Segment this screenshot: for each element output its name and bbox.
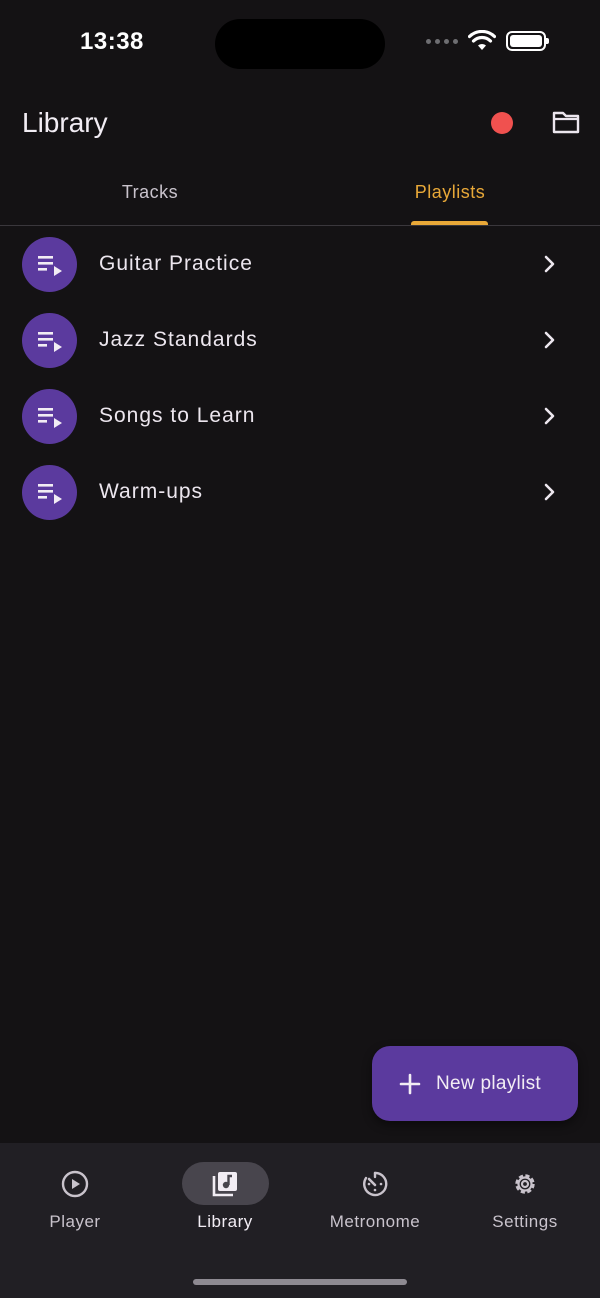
playlist-avatar — [22, 237, 77, 292]
tab-bar: Tracks Playlists — [0, 160, 600, 226]
gear-icon — [515, 1174, 535, 1194]
folder-icon[interactable] — [551, 109, 581, 135]
app-bar: Library — [0, 90, 600, 160]
nav-label-library: Library — [197, 1212, 253, 1231]
cellular-signal-icon — [426, 38, 458, 44]
playlist-name: Guitar Practice — [99, 252, 253, 275]
tab-indicator — [411, 221, 488, 225]
home-indicator[interactable] — [193, 1279, 407, 1285]
list-item[interactable]: Guitar Practice — [0, 226, 600, 302]
playlist-name: Jazz Standards — [99, 328, 258, 351]
chevron-right-icon — [544, 255, 555, 273]
library-music-icon — [212, 1172, 237, 1197]
tab-tracks[interactable]: Tracks — [0, 160, 300, 225]
list-item[interactable]: Jazz Standards — [0, 302, 600, 378]
page-title: Library — [22, 107, 108, 138]
status-bar: 13:38 — [0, 0, 600, 90]
playlist-avatar — [22, 313, 77, 368]
playlist-name: Warm-ups — [99, 480, 204, 503]
plus-icon — [399, 1073, 421, 1094]
playlist-avatar — [22, 389, 77, 444]
playlist-list: Guitar Practice Jazz Standards Songs to … — [0, 226, 600, 530]
playlist-play-icon — [37, 331, 62, 352]
nav-item-metronome[interactable]: Metronome — [300, 1143, 450, 1253]
playlist-play-icon — [37, 255, 62, 276]
nav-item-settings[interactable]: Settings — [450, 1143, 600, 1253]
playlist-play-icon — [37, 407, 62, 428]
record-indicator-icon[interactable] — [491, 112, 513, 134]
bottom-navigation: Player Library Metronome Settings — [0, 1143, 600, 1298]
play-circle-icon — [61, 1170, 89, 1198]
nav-label-metronome: Metronome — [329, 1212, 421, 1231]
status-time: 13:38 — [80, 28, 144, 55]
tab-playlists[interactable]: Playlists — [300, 160, 600, 225]
new-playlist-label: New playlist — [436, 1072, 541, 1094]
list-item[interactable]: Songs to Learn — [0, 378, 600, 454]
dynamic-island — [215, 19, 385, 69]
nav-label-player: Player — [49, 1212, 101, 1231]
chevron-right-icon — [544, 331, 555, 349]
status-icons — [426, 30, 549, 52]
chevron-right-icon — [544, 483, 555, 501]
new-playlist-button[interactable]: New playlist — [372, 1046, 578, 1121]
battery-icon — [506, 31, 549, 51]
wifi-icon — [468, 30, 496, 50]
chevron-right-icon — [544, 407, 555, 425]
nav-label-settings: Settings — [492, 1212, 558, 1231]
playlist-avatar — [22, 465, 77, 520]
list-item[interactable]: Warm-ups — [0, 454, 600, 530]
timer-icon — [363, 1171, 388, 1197]
playlist-name: Songs to Learn — [99, 404, 256, 427]
playlist-play-icon — [37, 483, 62, 504]
nav-item-player[interactable]: Player — [0, 1143, 150, 1253]
nav-item-library[interactable]: Library — [150, 1143, 300, 1253]
